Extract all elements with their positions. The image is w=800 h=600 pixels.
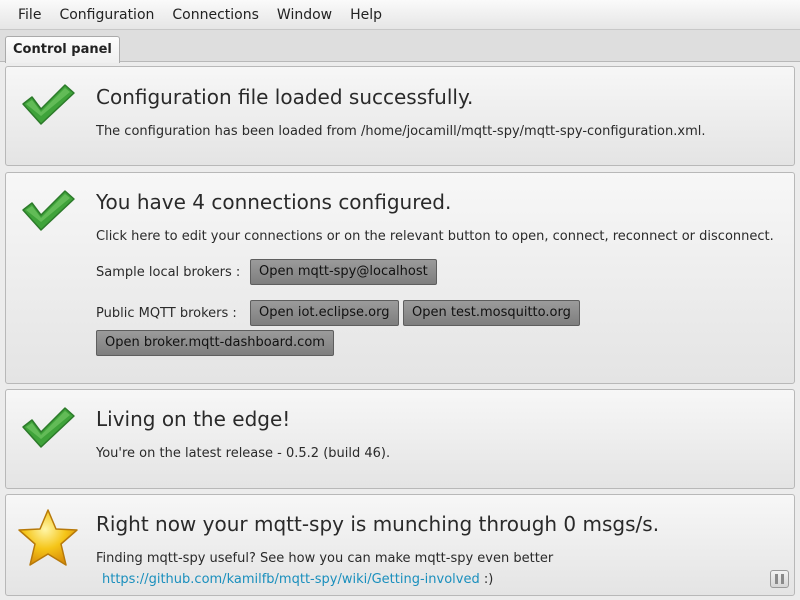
- open-localhost-button[interactable]: Open mqtt-spy@localhost: [250, 259, 437, 285]
- stats-link-line: https://github.com/kamilfb/mqtt-spy/wiki…: [102, 572, 493, 587]
- checkmark-icon: [22, 84, 75, 125]
- local-brokers-label: Sample local brokers :: [96, 265, 241, 280]
- tab-strip: Control panel: [0, 30, 800, 63]
- pause-button[interactable]: [770, 570, 789, 588]
- checkmark-icon: [22, 407, 75, 448]
- stats-panel: Right now your mqtt-spy is munching thro…: [5, 494, 795, 596]
- config-status-panel: Configuration file loaded successfully. …: [5, 66, 795, 166]
- tab-control-panel[interactable]: Control panel: [5, 36, 120, 63]
- smiley-text: :): [479, 572, 494, 587]
- menu-file[interactable]: File: [9, 0, 50, 30]
- checkmark-icon: [22, 190, 75, 231]
- open-iot-eclipse-button[interactable]: Open iot.eclipse.org: [250, 300, 399, 326]
- version-message: You're on the latest release - 0.5.2 (bu…: [96, 446, 391, 461]
- pause-icon-bar: [781, 574, 784, 584]
- stats-message: Finding mqtt-spy useful? See how you can…: [96, 551, 554, 566]
- open-test-mosquitto-button[interactable]: Open test.mosquitto.org: [403, 300, 580, 326]
- public-brokers-label: Public MQTT brokers :: [96, 306, 237, 321]
- config-status-title: Configuration file loaded successfully.: [96, 85, 474, 109]
- stats-title: Right now your mqtt-spy is munching thro…: [96, 512, 660, 536]
- menu-configuration[interactable]: Configuration: [50, 0, 163, 30]
- connections-title: You have 4 connections configured.: [96, 190, 452, 214]
- menu-connections[interactable]: Connections: [163, 0, 268, 30]
- connections-panel[interactable]: You have 4 connections configured. Click…: [5, 172, 795, 384]
- pause-icon: [775, 574, 778, 584]
- config-status-message: The configuration has been loaded from /…: [96, 124, 706, 139]
- menu-window[interactable]: Window: [268, 0, 341, 30]
- open-mqtt-dashboard-button[interactable]: Open broker.mqtt-dashboard.com: [96, 330, 334, 356]
- star-icon: [18, 509, 78, 566]
- menu-help[interactable]: Help: [341, 0, 391, 30]
- version-title: Living on the edge!: [96, 407, 291, 431]
- version-panel: Living on the edge! You're on the latest…: [5, 389, 795, 489]
- menu-bar: File Configuration Connections Window He…: [0, 0, 800, 30]
- connections-edit-link[interactable]: Click here to edit your connections or o…: [96, 229, 774, 244]
- getting-involved-link[interactable]: https://github.com/kamilfb/mqtt-spy/wiki…: [102, 572, 480, 587]
